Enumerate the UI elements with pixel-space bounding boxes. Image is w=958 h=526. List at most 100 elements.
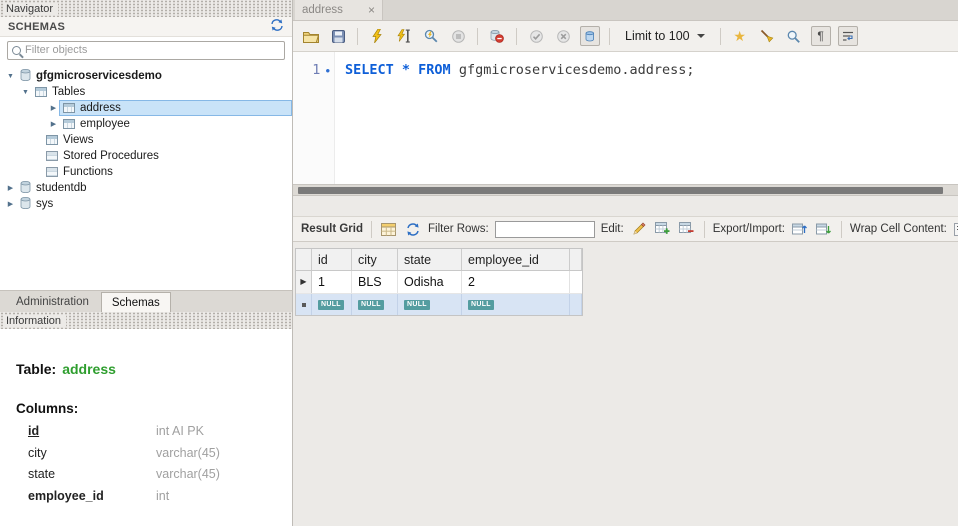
schema-tree: ▼ gfgmicroservicesdemo ▼ Tables ▶ addres…	[0, 63, 292, 290]
expand-arrow-icon[interactable]: ▶	[5, 200, 16, 208]
export-import-label: Export/Import:	[712, 223, 785, 235]
expand-arrow-icon[interactable]: ▶	[48, 120, 59, 128]
explain-plan-icon[interactable]	[421, 26, 441, 46]
toolbar-separator	[719, 27, 721, 45]
edit-record-icon[interactable]	[630, 220, 648, 238]
table-icon	[63, 103, 75, 113]
result-new-row[interactable]: NULL NULL NULL NULL	[296, 294, 582, 315]
expand-arrow-icon[interactable]: ▶	[48, 104, 59, 112]
column-header-city[interactable]: city	[352, 249, 398, 270]
toggle-autocommit-icon[interactable]	[580, 26, 600, 46]
cell-city-null[interactable]: NULL	[352, 294, 398, 315]
import-records-icon[interactable]	[815, 220, 833, 238]
result-row[interactable]: ▶ 1 BLS Odisha 2	[296, 271, 582, 294]
horizontal-scrollbar-track[interactable]	[293, 184, 958, 196]
limit-rows-dropdown[interactable]: Limit to 100	[619, 27, 711, 45]
tree-item-functions[interactable]: Functions	[0, 164, 292, 180]
save-script-icon[interactable]	[328, 26, 348, 46]
expand-arrow-icon[interactable]: ▼	[20, 89, 31, 96]
delete-row-icon[interactable]	[678, 220, 696, 238]
result-grid-header-row: id city state employee_id	[296, 249, 582, 271]
sql-keyword: FROM	[418, 62, 451, 78]
commit-icon[interactable]	[526, 26, 546, 46]
row-selector[interactable]	[296, 294, 312, 315]
column-name: state	[28, 467, 56, 481]
result-grid-label: Result Grid	[301, 223, 363, 235]
expand-arrow-icon[interactable]: ▼	[5, 73, 16, 80]
tree-item-label: employee	[80, 118, 130, 130]
cell-id-null[interactable]: NULL	[312, 294, 352, 315]
column-header-state[interactable]: state	[398, 249, 462, 270]
grid-view-icon[interactable]	[380, 220, 398, 238]
info-column-row: state varchar(45)	[16, 467, 276, 482]
rollback-icon[interactable]	[553, 26, 573, 46]
toolbar-separator	[370, 220, 372, 238]
filter-row	[0, 37, 292, 63]
code-pane[interactable]: SELECT * FROM gfgmicroservicesdemo.addre…	[335, 52, 958, 184]
filter-objects-input[interactable]	[25, 44, 280, 56]
sql-statement: SELECT * FROM gfgmicroservicesdemo.addre…	[345, 62, 958, 79]
filter-rows-input[interactable]	[494, 220, 595, 238]
sql-identifier: gfgmicroservicesdemo.address;	[450, 62, 695, 78]
tree-item-label: sys	[36, 198, 54, 210]
cell-employee-id-null[interactable]: NULL	[462, 294, 570, 315]
execute-icon[interactable]	[367, 26, 387, 46]
chevron-down-icon	[696, 34, 705, 38]
filter-box[interactable]	[7, 40, 285, 60]
tree-item-tables[interactable]: ▼ Tables	[0, 84, 292, 100]
cell-state[interactable]: Odisha	[398, 271, 462, 293]
info-column-row: id int AI PK	[16, 424, 276, 439]
refresh-schemas-icon[interactable]	[270, 19, 284, 34]
refresh-results-icon[interactable]	[404, 220, 422, 238]
cell-id[interactable]: 1	[312, 271, 352, 293]
export-results-icon[interactable]	[791, 220, 809, 238]
column-type: int	[156, 488, 170, 503]
save-snippet-icon[interactable]: ★+	[730, 26, 958, 526]
toolbar-separator	[840, 220, 842, 238]
execute-current-statement-icon[interactable]	[394, 26, 414, 46]
tree-item-sys[interactable]: ▶ sys	[0, 196, 292, 212]
find-icon[interactable]	[784, 26, 804, 46]
tab-schemas[interactable]: Schemas	[100, 292, 171, 312]
sql-keyword: SELECT	[345, 62, 394, 78]
toolbar-separator	[609, 27, 610, 45]
horizontal-scrollbar-thumb[interactable]	[298, 187, 944, 194]
limit-rows-label: Limit to 100	[625, 29, 690, 43]
sql-code-editor[interactable]: 1 • SELECT * FROM gfgmicroservicesdemo.a…	[293, 52, 958, 184]
row-selector[interactable]: ▶	[296, 271, 312, 293]
insert-row-icon[interactable]	[654, 220, 672, 238]
toggle-stop-on-error-icon[interactable]	[487, 26, 507, 46]
search-icon	[12, 45, 21, 55]
column-header-id[interactable]: id	[312, 249, 352, 270]
column-header-employee-id[interactable]: employee_id	[462, 249, 570, 270]
column-type: varchar(45)	[156, 445, 220, 460]
show-invisibles-icon[interactable]: ¶	[810, 26, 831, 46]
tree-item-views[interactable]: Views	[0, 132, 292, 148]
tree-item-label: address	[80, 102, 121, 114]
tree-item-employee[interactable]: ▶ employee	[0, 116, 292, 132]
panel-splitter[interactable]	[293, 196, 958, 216]
query-tab-bar: address ×	[293, 0, 958, 21]
column-name: employee_id	[28, 488, 104, 503]
tab-query-address[interactable]: address ×	[295, 0, 383, 20]
tree-item-studentdb[interactable]: ▶ studentdb	[0, 180, 292, 196]
open-script-icon[interactable]	[301, 26, 321, 46]
stored-procedures-icon	[46, 151, 58, 161]
stop-execution-icon[interactable]	[448, 26, 468, 46]
null-badge: NULL	[318, 299, 344, 310]
cell-state-null[interactable]: NULL	[398, 294, 462, 315]
tab-administration[interactable]: Administration	[6, 291, 99, 312]
wrap-cell-content-icon[interactable]	[953, 220, 958, 238]
schema-icon	[20, 196, 31, 212]
beautify-script-icon[interactable]	[757, 26, 777, 46]
tree-item-gfgmicroservicesdemo[interactable]: ▼ gfgmicroservicesdemo	[0, 68, 292, 84]
tree-item-stored-procedures[interactable]: Stored Procedures	[0, 148, 292, 164]
cell-employee-id[interactable]: 2	[462, 271, 570, 293]
tree-item-address[interactable]: ▶ address	[0, 100, 292, 116]
expand-arrow-icon[interactable]: ▶	[5, 184, 16, 192]
wrap-text-icon[interactable]	[837, 26, 858, 46]
schema-icon	[20, 68, 31, 84]
close-tab-icon[interactable]: ×	[368, 4, 375, 16]
information-title: Information	[5, 314, 67, 327]
cell-city[interactable]: BLS	[352, 271, 398, 293]
